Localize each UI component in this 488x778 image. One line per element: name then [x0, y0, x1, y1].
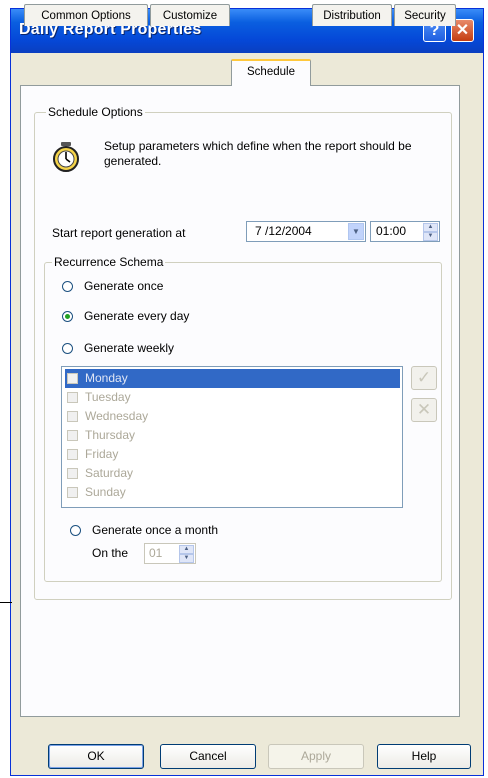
list-item[interactable]: Monday	[65, 369, 400, 388]
list-item[interactable]: Sunday	[65, 483, 400, 502]
generate-every-day-label[interactable]: Generate every day	[84, 309, 189, 323]
spin-down-icon[interactable]: ▼	[179, 554, 194, 563]
clock-icon	[53, 142, 79, 172]
checkbox[interactable]	[67, 373, 78, 384]
generate-once-radio[interactable]	[62, 281, 73, 292]
generate-monthly-radio[interactable]	[70, 525, 81, 536]
weekday-list[interactable]: Monday Tuesday Wednesday Thursday Friday…	[61, 366, 403, 508]
tab-common-options[interactable]: Common Options	[24, 4, 148, 26]
spin-down-icon[interactable]: ▼	[423, 232, 438, 241]
list-item[interactable]: Friday	[65, 445, 400, 464]
recurrence-schema-label: Recurrence Schema	[52, 255, 166, 269]
start-time-spinner[interactable]: 01:00 ▲ ▼	[370, 221, 440, 242]
list-item[interactable]: Saturday	[65, 464, 400, 483]
check-all-icon[interactable]: ✓	[411, 366, 437, 390]
checkbox[interactable]	[67, 468, 78, 479]
generate-every-day-radio[interactable]	[62, 311, 73, 322]
checkbox[interactable]	[67, 430, 78, 441]
schedule-options-label: Schedule Options	[46, 105, 145, 119]
list-item[interactable]: Tuesday	[65, 388, 400, 407]
spin-up-icon[interactable]: ▲	[423, 223, 438, 232]
schedule-description: Setup parameters which define when the r…	[104, 139, 412, 168]
tab-schedule[interactable]: Schedule	[231, 59, 311, 86]
generate-weekly-radio[interactable]	[62, 343, 73, 354]
apply-button[interactable]: Apply	[268, 744, 364, 769]
generate-once-label[interactable]: Generate once	[84, 279, 163, 293]
start-generation-label: Start report generation at	[52, 226, 186, 240]
start-time-value: 01:00	[376, 224, 407, 238]
chevron-down-icon[interactable]: ▼	[348, 223, 364, 240]
generate-monthly-label[interactable]: Generate once a month	[92, 523, 218, 537]
help-button[interactable]: Help	[377, 744, 471, 769]
tab-security[interactable]: Security	[394, 4, 456, 26]
generate-weekly-label[interactable]: Generate weekly	[84, 341, 174, 355]
checkbox[interactable]	[67, 449, 78, 460]
checkbox[interactable]	[67, 487, 78, 498]
spin-up-icon[interactable]: ▲	[179, 545, 194, 554]
divider	[0, 602, 12, 603]
tab-distribution[interactable]: Distribution	[312, 4, 392, 26]
day-of-month-value: 01	[149, 546, 163, 560]
on-the-label: On the	[92, 546, 129, 560]
cancel-button[interactable]: Cancel	[160, 744, 256, 769]
tab-customize[interactable]: Customize	[150, 4, 230, 26]
list-item[interactable]: Wednesday	[65, 407, 400, 426]
day-of-month-spinner[interactable]: 01 ▲ ▼	[144, 543, 196, 564]
checkbox[interactable]	[67, 411, 78, 422]
start-date-picker[interactable]: 7 /12/2004 ▼	[246, 221, 366, 242]
clear-all-icon[interactable]: ✕	[411, 398, 437, 422]
list-item[interactable]: Thursday	[65, 426, 400, 445]
start-date-value: 7 /12/2004	[255, 224, 312, 238]
ok-button[interactable]: OK	[48, 744, 144, 769]
checkbox[interactable]	[67, 392, 78, 403]
